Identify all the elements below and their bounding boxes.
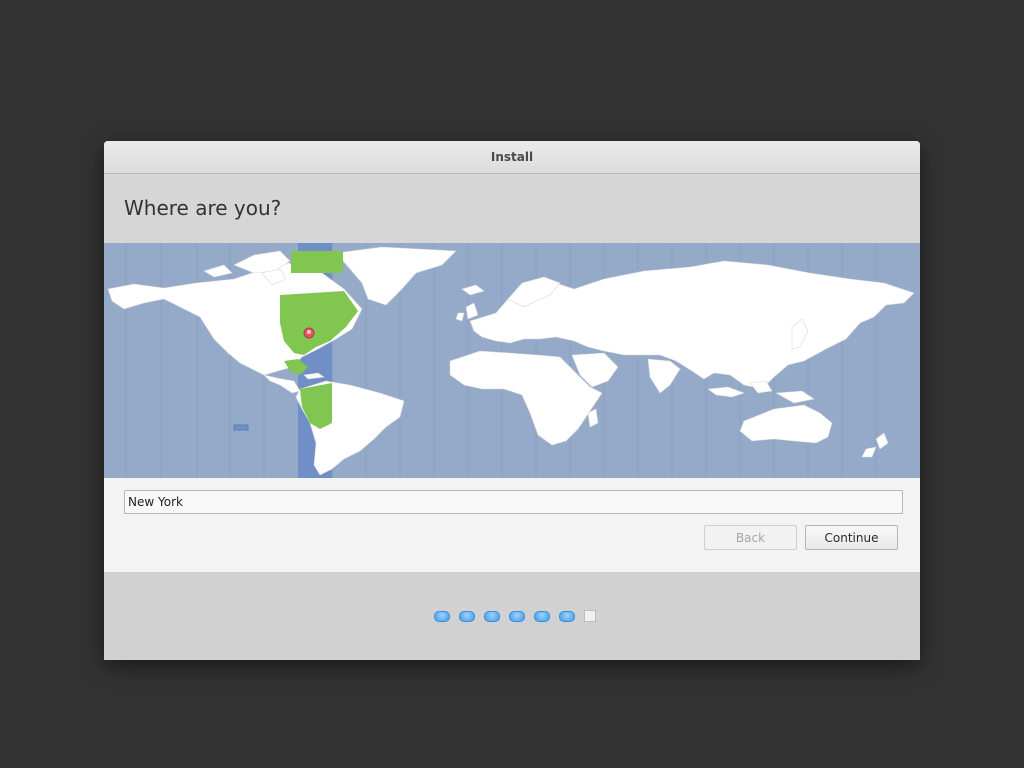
step-progress	[434, 610, 596, 622]
world-map-graphic	[104, 243, 920, 478]
timezone-input[interactable]	[124, 490, 903, 514]
progress-step-completed	[559, 610, 575, 622]
location-pin-icon[interactable]	[303, 327, 315, 339]
progress-step-completed	[459, 610, 475, 622]
progress-step-completed	[509, 610, 525, 622]
window-title: Install	[490, 150, 534, 164]
page-title: Where are you?	[124, 196, 282, 220]
installer-footer	[104, 572, 920, 660]
page-header: Where are you?	[104, 174, 920, 243]
progress-step-current	[584, 610, 596, 622]
progress-step-completed	[534, 610, 550, 622]
timezone-map[interactable]	[104, 243, 920, 478]
back-button[interactable]: Back	[704, 525, 797, 550]
progress-step-completed	[434, 610, 450, 622]
continue-button[interactable]: Continue	[805, 525, 898, 550]
installer-window: Install Where are you? New York Back Con…	[104, 141, 920, 660]
progress-step-completed	[484, 610, 500, 622]
window-titlebar: Install	[104, 141, 920, 174]
